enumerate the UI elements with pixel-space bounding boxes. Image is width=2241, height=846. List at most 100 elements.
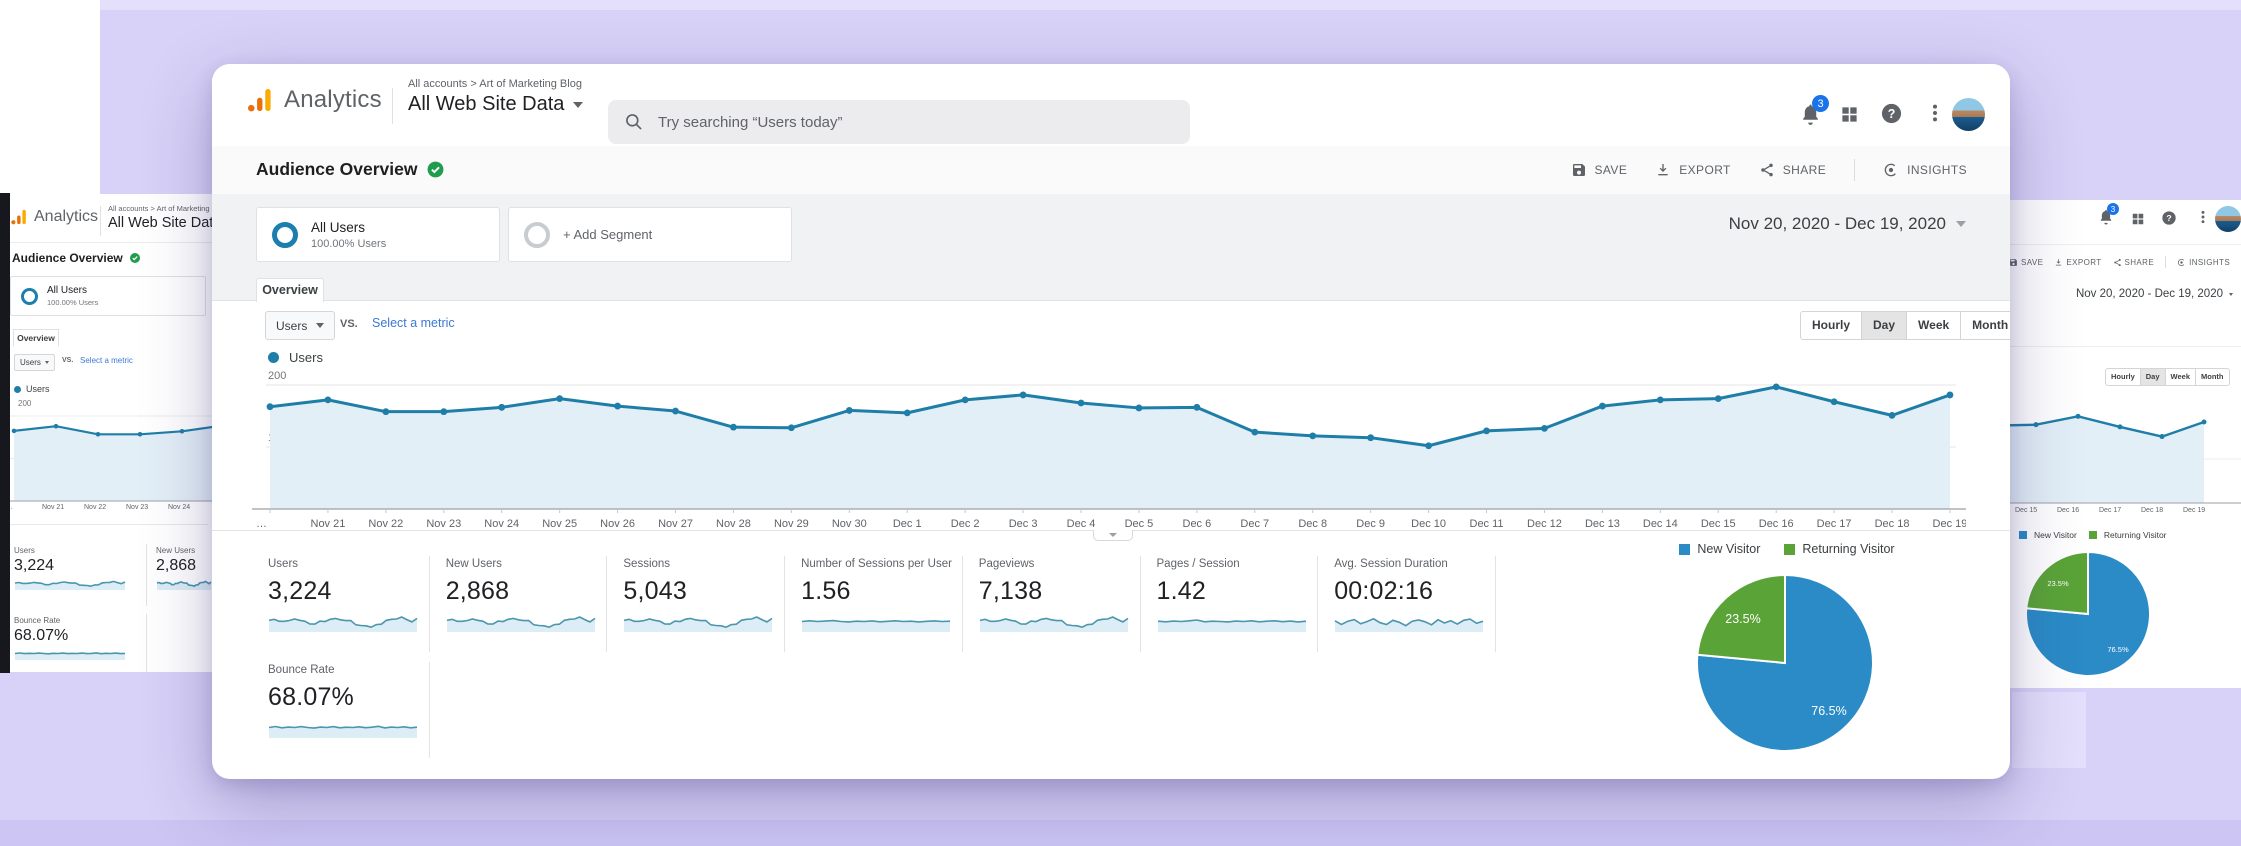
svg-text:76.5%: 76.5%	[1811, 704, 1846, 718]
metric-card-pages-session[interactable]: Pages / Session1.42	[1157, 558, 1322, 638]
pie-legend-label: New Visitor	[2034, 530, 2077, 540]
visitor-type-pie-chart[interactable]: 76.5% 23.5%	[1692, 570, 1878, 756]
granularity-button-month: Month	[2195, 368, 2230, 386]
legend-square-icon	[1784, 544, 1795, 555]
bg-property-name: All Web Site Data	[108, 215, 212, 231]
bg-x-label: Dec 19	[2183, 507, 2205, 514]
metric-value: 2,868	[446, 577, 611, 606]
insights-button: INSIGHTS	[2177, 258, 2230, 267]
sparkline	[14, 575, 126, 591]
bg-analytics-logo: Analytics	[10, 208, 98, 226]
metric-card-sessions[interactable]: Sessions5,043	[623, 558, 788, 638]
save-icon	[2009, 258, 2018, 267]
bg-x-label: Dec 16	[2057, 507, 2079, 514]
divider	[784, 556, 785, 652]
divider	[2005, 346, 2241, 347]
divider	[962, 556, 963, 652]
pie-legend-label: Returning Visitor	[2104, 530, 2167, 540]
save-button: SAVE	[2009, 258, 2043, 267]
bg-breadcrumb: All accounts > Art of Marketing Blog	[108, 204, 213, 213]
divider	[146, 544, 147, 606]
bg-pie-legend: New Visitor Returning Visitor	[2019, 530, 2167, 540]
apps-grid-icon	[2131, 212, 2145, 231]
divider	[1140, 556, 1141, 652]
svg-text:?: ?	[2166, 213, 2171, 223]
background-light-block	[2012, 692, 2086, 768]
divider	[429, 662, 430, 758]
bg-page-title-text: Audience Overview	[12, 251, 123, 265]
avatar	[2215, 206, 2241, 232]
metric-card-number-of-sessions-per-user[interactable]: Number of Sessions per User1.56	[801, 558, 966, 638]
metric-label: Pageviews	[979, 558, 1144, 570]
bg-all-users-segment: All Users 100.00% Users	[10, 276, 206, 316]
chart-expander-tab[interactable]	[1093, 530, 1133, 541]
export-icon	[2054, 258, 2063, 267]
bg-vs-label: VS.	[62, 357, 73, 364]
metric-value: 7,138	[979, 577, 1144, 606]
pie-legend-label: New Visitor	[1697, 542, 1760, 556]
bg-x-label: Nov 24	[168, 504, 190, 511]
granularity-button-hourly: Hourly	[2105, 368, 2141, 386]
pie-legend-returning-visitor: Returning Visitor	[2089, 530, 2167, 540]
chevron-down-icon	[2229, 293, 2233, 296]
sparkline	[268, 715, 418, 739]
metric-card-pageviews[interactable]: Pageviews 7,138	[979, 558, 1144, 638]
metric-card-new-users[interactable]: New Users 2,868	[446, 558, 611, 638]
bg-metric-bounce-rate: Bounce Rate 68.07%	[14, 616, 126, 666]
export-button: EXPORT	[2054, 258, 2101, 267]
bg-metric-value: 68.07%	[14, 627, 126, 645]
bg-segment-detail: 100.00% Users	[47, 298, 98, 307]
sparkline	[446, 609, 596, 633]
sparkline	[268, 609, 418, 633]
divider	[2165, 256, 2166, 268]
help-icon: ?	[2161, 210, 2177, 231]
bg-date-range: Nov 20, 2020 - Dec 19, 2020	[2005, 288, 2233, 300]
bg-select-metric-link: Select a metric	[80, 356, 133, 365]
sparkline	[1334, 609, 1484, 633]
bg-actions-row: SAVE EXPORT SHARE INSIGHTS	[2009, 256, 2230, 268]
metric-label: Bounce Rate	[268, 664, 433, 676]
action-label: INSIGHTS	[2189, 258, 2230, 267]
divider	[0, 242, 215, 243]
bg-metric-value: 3,224	[14, 557, 126, 575]
svg-text:23.5%: 23.5%	[1725, 612, 1760, 626]
tab-overview[interactable]: Overview	[256, 278, 324, 302]
metric-card-users[interactable]: Users 3,224	[268, 558, 433, 638]
svg-text:23.5%: 23.5%	[2047, 579, 2069, 588]
metric-card-bounce-rate[interactable]: Bounce Rate68.07%	[268, 664, 433, 744]
pie-legend-returning-visitor[interactable]: Returning Visitor	[1784, 542, 1894, 556]
legend-square-icon	[2019, 531, 2027, 539]
bg-chart-legend: Users	[14, 384, 50, 394]
sparkline	[14, 645, 126, 661]
bg-metric-new-users: New Users 2,868	[156, 546, 212, 596]
svg-text:76.5%: 76.5%	[2107, 645, 2129, 654]
metric-label: Users	[268, 558, 433, 570]
bg-segment-name: All Users	[47, 285, 98, 296]
metric-label: Sessions	[623, 558, 788, 570]
bg-legend-label: Users	[26, 384, 50, 394]
bg-metric-label: Bounce Rate	[14, 616, 126, 625]
bg-x-label: Nov 23	[126, 504, 148, 511]
bg-users-chart	[0, 410, 215, 510]
bg-metric-select-label: Users	[20, 358, 41, 367]
bg-y-tick-200: 200	[18, 399, 31, 408]
pie-legend-new-visitor[interactable]: New Visitor	[1679, 542, 1760, 556]
bg-x-axis-labels: Dec 15Dec 16Dec 17Dec 18Dec 19	[2005, 507, 2241, 517]
chevron-down-icon	[45, 361, 49, 364]
bg-page-title: Audience Overview	[12, 251, 141, 265]
background-bottom-band	[0, 820, 2241, 846]
sparkline	[979, 609, 1129, 633]
divider	[606, 556, 607, 652]
bg-metric-value: 2,868	[156, 557, 212, 575]
divider	[100, 206, 101, 236]
metric-card-avg-session-duration[interactable]: Avg. Session Duration00:02:16	[1334, 558, 1499, 638]
background-left-analytics-card: Analytics All accounts > Art of Marketin…	[0, 194, 215, 672]
metric-label: Number of Sessions per User	[801, 558, 966, 570]
divider	[146, 614, 147, 672]
metric-label: New Users	[446, 558, 611, 570]
share-button: SHARE	[2113, 258, 2155, 267]
notifications-badge: 3	[2107, 203, 2119, 215]
metric-label: Avg. Session Duration	[1334, 558, 1499, 570]
metric-value: 3,224	[268, 577, 433, 606]
verified-badge-icon	[129, 252, 141, 264]
